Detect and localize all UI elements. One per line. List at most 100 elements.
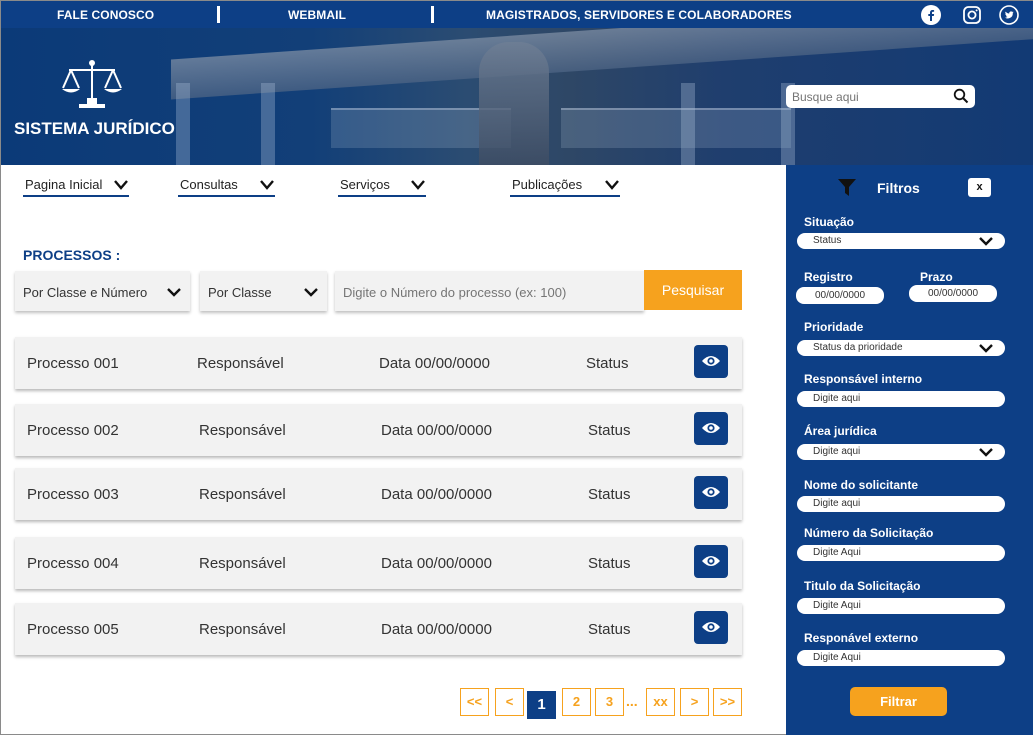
responsavel-interno-label: Responsável interno: [804, 372, 923, 386]
page-prev-button[interactable]: <: [495, 688, 524, 716]
process-date: Data 00/00/0000: [381, 486, 492, 503]
chevron-down-icon: [979, 448, 993, 457]
situacao-label: Situação: [804, 215, 855, 229]
process-responsible: Responsável: [199, 555, 286, 572]
input-placeholder: Digite Aqui: [813, 600, 861, 611]
view-button[interactable]: [694, 545, 728, 578]
numero-solicitacao-input[interactable]: Digite Aqui: [797, 545, 1005, 561]
nav-consultas[interactable]: Consultas: [178, 177, 275, 197]
nav-label: Publicações: [512, 177, 583, 192]
building-column: [176, 83, 190, 165]
eye-icon: [702, 556, 720, 566]
page-last-button[interactable]: >>: [713, 688, 742, 716]
responsavel-interno-input[interactable]: Digite aqui: [797, 391, 1005, 407]
page-1-button[interactable]: 1: [527, 691, 556, 719]
nome-solicitante-input[interactable]: Digite aqui: [797, 496, 1005, 512]
chevron-down-icon: [304, 288, 318, 297]
page-next-button[interactable]: >: [680, 688, 709, 716]
process-number-input[interactable]: [343, 283, 638, 301]
table-row: Processo 004 Responsável Data 00/00/0000…: [15, 537, 742, 589]
nav-servicos[interactable]: Serviços: [338, 177, 426, 197]
select-value: Por Classe: [208, 285, 272, 300]
process-date: Data 00/00/0000: [381, 422, 492, 439]
input-placeholder: Digite aqui: [813, 498, 861, 509]
facebook-icon[interactable]: [921, 5, 941, 25]
process-date: Data 00/00/0000: [381, 621, 492, 638]
divider: [217, 6, 220, 23]
statue-image: [479, 42, 549, 165]
page-first-button[interactable]: <<: [460, 688, 489, 716]
filter-select-classe-numero[interactable]: Por Classe e Número: [15, 271, 190, 311]
close-filters-button[interactable]: x: [968, 178, 991, 197]
pesquisar-button[interactable]: Pesquisar: [644, 270, 742, 310]
process-status: Status: [588, 486, 631, 503]
eye-icon: [702, 356, 720, 366]
filters-panel: Filtros x Situação Status Registro Prazo…: [786, 165, 1033, 735]
view-button[interactable]: [694, 345, 728, 378]
numero-solicitacao-label: Número da Solicitação: [804, 526, 934, 540]
prazo-label: Prazo: [920, 270, 953, 284]
page-2-button[interactable]: 2: [562, 688, 591, 716]
fale-conosco-link[interactable]: FALE CONOSCO: [57, 8, 154, 22]
nav-pagina-inicial[interactable]: Pagina Inicial: [23, 177, 129, 197]
input-placeholder: Digite Aqui: [813, 547, 861, 558]
titulo-solicitacao-label: Titulo da Solicitação: [804, 579, 921, 593]
filtrar-button[interactable]: Filtrar: [850, 687, 947, 716]
page-last-number-button[interactable]: xx: [646, 688, 675, 716]
instagram-icon[interactable]: [962, 5, 982, 25]
filter-select-classe[interactable]: Por Classe: [200, 271, 327, 311]
search-box: [786, 85, 975, 108]
search-input[interactable]: [792, 88, 942, 105]
area-juridica-select[interactable]: Digite aqui: [797, 444, 1005, 460]
prazo-date-field[interactable]: 00/00/0000: [909, 285, 997, 302]
page-ellipsis: ...: [626, 693, 638, 709]
view-button[interactable]: [694, 611, 728, 644]
process-date: Data 00/00/0000: [381, 555, 492, 572]
view-button[interactable]: [694, 412, 728, 445]
process-status: Status: [588, 555, 631, 572]
select-value: Digite aqui: [813, 446, 861, 457]
chevron-down-icon: [260, 180, 274, 190]
brand-title: SISTEMA JURÍDICO: [14, 119, 175, 138]
eye-icon: [702, 423, 720, 433]
process-name: Processo 003: [27, 486, 119, 503]
responsavel-externo-input[interactable]: Digite Aqui: [797, 650, 1005, 666]
nome-solicitante-label: Nome do solicitante: [804, 478, 919, 492]
chevron-down-icon: [979, 344, 993, 353]
responsavel-externo-label: Responável externo: [804, 631, 919, 645]
process-name: Processo 002: [27, 422, 119, 439]
input-placeholder: Digite aqui: [813, 393, 861, 404]
process-responsible: Responsável: [199, 422, 286, 439]
process-name: Processo 001: [27, 355, 119, 372]
prioridade-select[interactable]: Status da prioridade: [797, 340, 1005, 356]
table-row: Processo 005 Responsável Data 00/00/0000…: [15, 603, 742, 655]
process-status: Status: [586, 355, 629, 372]
magistrados-link[interactable]: MAGISTRADOS, SERVIDORES E COLABORADORES: [486, 8, 792, 22]
search-icon[interactable]: [953, 88, 969, 104]
twitter-icon[interactable]: [999, 5, 1019, 25]
table-row: Processo 002 Responsável Data 00/00/0000…: [15, 404, 742, 456]
section-title: PROCESSOS :: [23, 247, 121, 263]
eye-icon: [702, 487, 720, 497]
registro-label: Registro: [804, 270, 853, 284]
registro-date-field[interactable]: 00/00/0000: [796, 287, 884, 304]
nav-publicacoes[interactable]: Publicações: [510, 177, 620, 197]
nav-label: Serviços: [340, 177, 390, 192]
titulo-solicitacao-input[interactable]: Digite Aqui: [797, 598, 1005, 614]
process-responsible: Responsável: [199, 621, 286, 638]
page-3-button[interactable]: 3: [595, 688, 624, 716]
scales-of-justice-icon: [62, 60, 122, 108]
view-button[interactable]: [694, 476, 728, 509]
process-name: Processo 004: [27, 555, 119, 572]
process-name: Processo 005: [27, 621, 119, 638]
nav-label: Pagina Inicial: [25, 177, 103, 192]
hero-banner: SISTEMA JURÍDICO: [1, 28, 1033, 165]
filter-icon: [838, 179, 856, 196]
top-bar: FALE CONOSCO WEBMAIL MAGISTRADOS, SERVID…: [1, 1, 1033, 28]
webmail-link[interactable]: WEBMAIL: [288, 8, 346, 22]
situacao-select[interactable]: Status: [797, 233, 1005, 249]
process-number-field: [335, 271, 644, 311]
chevron-down-icon: [411, 180, 425, 190]
area-juridica-label: Área jurídica: [804, 424, 877, 438]
process-date: Data 00/00/0000: [379, 355, 490, 372]
